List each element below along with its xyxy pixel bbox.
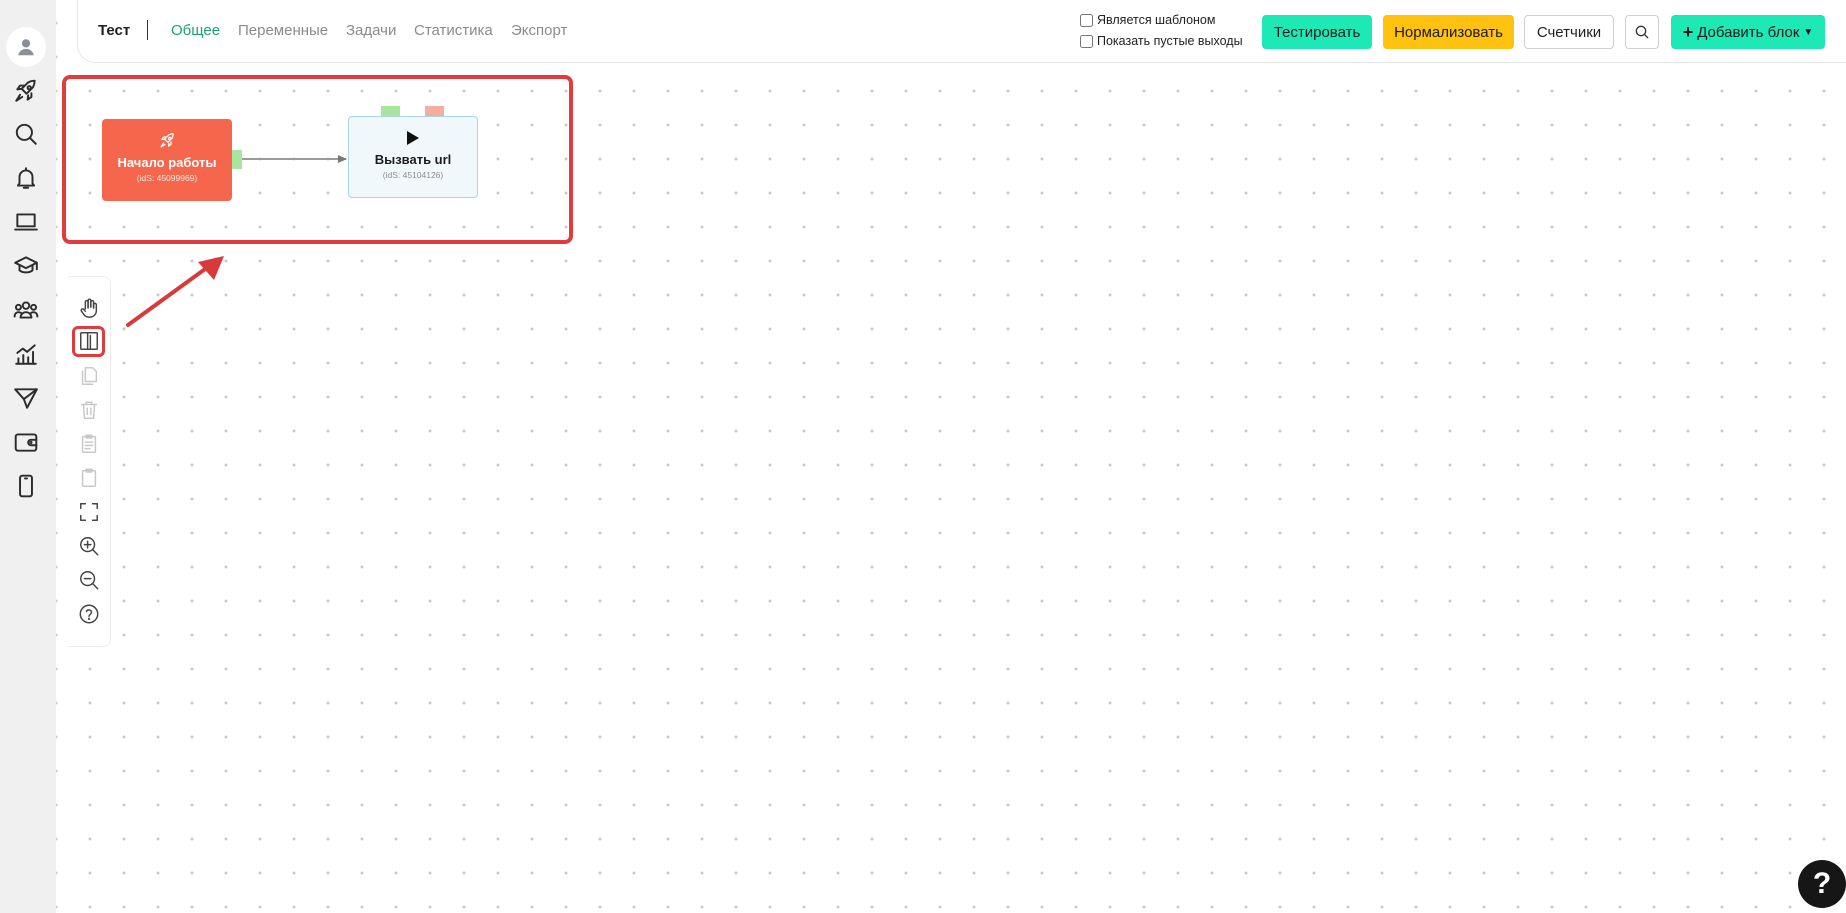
sidebar-item-wallet[interactable] — [8, 424, 44, 460]
tab-statistics[interactable]: Статистика — [414, 22, 493, 39]
tab-tasks[interactable]: Задачи — [346, 22, 396, 39]
show-empty-outputs-label: Показать пустые выходы — [1097, 34, 1243, 48]
zoom-out-tool[interactable] — [75, 566, 103, 594]
sidebar-item-notifications[interactable] — [8, 160, 44, 196]
plus-icon: + — [1682, 22, 1694, 42]
paper-plane-icon — [14, 388, 38, 409]
fullscreen-icon — [80, 503, 98, 521]
start-node-id: (idS: 45099969) — [136, 173, 198, 183]
sidebar-item-users[interactable] — [8, 292, 44, 328]
left-sidebar — [0, 0, 56, 913]
is-template-checkbox-row[interactable]: Является шаблоном — [1080, 13, 1215, 27]
fit-tool[interactable] — [75, 498, 103, 526]
caret-down-icon: ▼ — [1803, 26, 1814, 38]
laptop-icon — [14, 213, 38, 231]
url-node-success-port[interactable] — [381, 106, 400, 116]
is-template-label: Является шаблоном — [1097, 13, 1216, 27]
user-avatar[interactable] — [6, 27, 46, 67]
sidebar-item-analytics[interactable] — [8, 336, 44, 372]
start-node-output-port[interactable] — [232, 150, 242, 169]
url-node-id: (idS: 45104126) — [382, 170, 444, 180]
question-icon — [79, 604, 99, 624]
bell-icon — [16, 167, 36, 189]
sidebar-item-send[interactable] — [8, 380, 44, 416]
start-node[interactable]: Начало работы (idS: 45099969) — [102, 119, 232, 201]
start-node-title: Начало работы — [117, 155, 217, 170]
paste-tool — [75, 464, 103, 492]
sidebar-item-education[interactable] — [8, 248, 44, 284]
search-icon — [1635, 25, 1649, 39]
play-icon — [407, 131, 419, 145]
graduation-cap-icon — [14, 256, 38, 274]
user-icon — [18, 39, 34, 56]
sidebar-item-mobile[interactable] — [8, 468, 44, 504]
add-block-label: Добавить блок — [1697, 23, 1800, 41]
rocket-icon — [159, 133, 174, 148]
help-tool[interactable] — [75, 600, 103, 628]
rocket-icon — [15, 79, 36, 102]
clipboard-icon — [81, 434, 97, 453]
call-url-node[interactable]: Вызвать url (idS: 45104126) — [348, 116, 478, 198]
url-node-error-port[interactable] — [425, 106, 444, 116]
annotation-arrow — [126, 256, 224, 327]
connection-line[interactable] — [242, 158, 346, 160]
users-icon — [13, 301, 39, 319]
title-divider — [147, 20, 148, 40]
test-button[interactable]: Тестировать — [1262, 15, 1372, 49]
copy-icon — [81, 367, 98, 385]
select-tool-highlight — [72, 326, 105, 357]
paste-icon — [81, 468, 97, 487]
tab-variables[interactable]: Переменные — [238, 22, 328, 39]
clipboard-tool — [75, 430, 103, 458]
add-block-button[interactable]: + Добавить блок ▼ — [1671, 15, 1825, 49]
zoom-in-tool[interactable] — [75, 532, 103, 560]
sidebar-item-search[interactable] — [8, 116, 44, 152]
phone-icon — [19, 474, 33, 498]
url-node-title: Вызвать url — [374, 152, 452, 167]
tab-export[interactable]: Экспорт — [511, 22, 567, 39]
help-bubble-button[interactable]: ? — [1798, 860, 1846, 908]
search-button[interactable] — [1625, 15, 1659, 49]
page-title: Тест — [98, 22, 131, 39]
delete-tool — [75, 396, 103, 424]
trash-icon — [80, 401, 98, 419]
normalize-button[interactable]: Нормализовать — [1383, 15, 1514, 49]
zoom-in-icon — [80, 537, 99, 556]
zoom-out-icon — [80, 571, 99, 590]
top-bar: Тест Общее Переменные Задачи Статистика … — [77, 0, 1846, 63]
search-icon — [15, 123, 37, 145]
hand-icon — [80, 298, 98, 318]
is-template-checkbox[interactable] — [1080, 13, 1093, 27]
pan-tool[interactable] — [75, 294, 103, 322]
tab-general[interactable]: Общее — [171, 22, 220, 39]
show-empty-outputs-checkbox-row[interactable]: Показать пустые выходы — [1080, 34, 1243, 48]
copy-tool — [75, 362, 103, 390]
sidebar-item-laptop[interactable] — [8, 204, 44, 240]
show-empty-outputs-checkbox[interactable] — [1080, 34, 1093, 48]
chart-icon — [15, 344, 37, 365]
counters-button[interactable]: Счетчики — [1524, 15, 1614, 49]
wallet-icon — [14, 433, 38, 452]
sidebar-item-rocket[interactable] — [8, 73, 44, 109]
